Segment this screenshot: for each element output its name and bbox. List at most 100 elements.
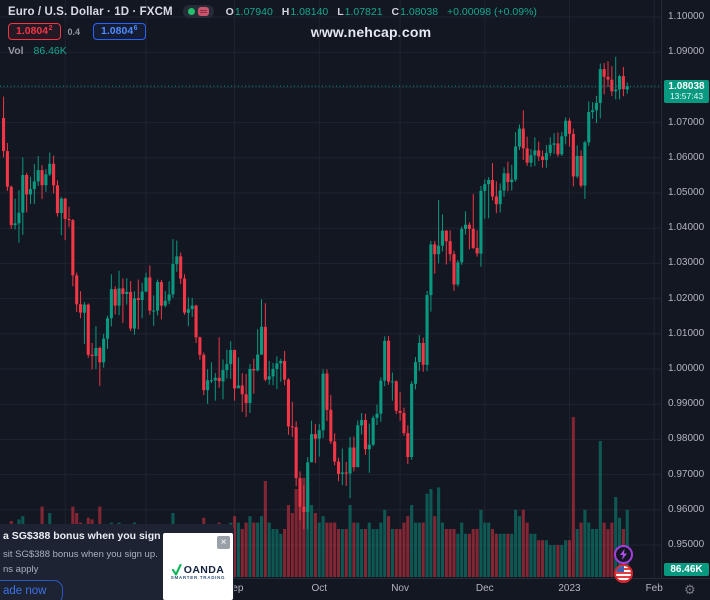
- volume-bar: [387, 516, 390, 577]
- price-tick-label: 0.95000: [668, 539, 704, 551]
- candle-body: [587, 112, 590, 142]
- candle-body: [368, 445, 371, 450]
- candle-body: [272, 369, 275, 376]
- price-tick-label: 0.99000: [668, 398, 704, 410]
- volume-bar: [456, 534, 459, 577]
- candle-body: [410, 384, 413, 457]
- chart-header: Euro / U.S. Dollar · 1D · FXCM O1.07940 …: [8, 4, 537, 57]
- candle-body: [583, 142, 586, 185]
- ad-close-button[interactable]: ×: [217, 536, 230, 549]
- volume-bar: [410, 505, 413, 577]
- volume-bar: [325, 523, 328, 577]
- volume-bar: [418, 523, 421, 577]
- volume-bar: [256, 523, 259, 577]
- ad-headline: a SG$388 bonus when you sign up.: [3, 530, 179, 542]
- candle-body: [302, 507, 305, 512]
- volume-bar: [522, 510, 525, 577]
- price-tick-label: 1.03000: [668, 257, 704, 269]
- volume-bar: [487, 523, 490, 577]
- time-tick-label: Nov: [391, 583, 409, 594]
- candle-body: [449, 241, 452, 254]
- volume-bar: [414, 523, 417, 577]
- chart-canvas[interactable]: [0, 0, 710, 600]
- volume-bar: [356, 523, 359, 577]
- candle-body: [110, 289, 113, 318]
- candle-body: [102, 339, 105, 363]
- buy-price-value: 1.0804: [101, 25, 133, 37]
- volume-axis-badge: 86.46K: [664, 563, 709, 576]
- volume-bar: [406, 516, 409, 577]
- volume-bar: [576, 529, 579, 577]
- candle-body: [349, 448, 352, 474]
- volume-label[interactable]: Vol: [8, 45, 24, 57]
- candle-body: [179, 256, 182, 278]
- candle-body: [514, 147, 517, 180]
- symbol-title[interactable]: Euro / U.S. Dollar · 1D · FXCM: [8, 6, 173, 18]
- volume-bar: [491, 529, 494, 577]
- sell-price-button[interactable]: 1.08042: [8, 23, 61, 40]
- candle-body: [218, 378, 221, 382]
- volume-bar: [499, 534, 502, 577]
- candle-body: [456, 262, 459, 284]
- candle-body: [44, 174, 47, 185]
- volume-bar: [545, 540, 548, 577]
- buy-price-button[interactable]: 1.08046: [93, 23, 146, 40]
- candle-body: [25, 175, 28, 194]
- volume-bar: [483, 523, 486, 577]
- candle-body: [387, 341, 390, 382]
- price-tick-label: 1.04000: [668, 222, 704, 234]
- candle-body: [141, 292, 144, 300]
- volume-bar: [587, 523, 590, 577]
- indicator-toggle[interactable]: [183, 5, 214, 18]
- volume-bar: [537, 540, 540, 577]
- candle-body: [233, 350, 236, 388]
- volume-bar: [360, 529, 363, 577]
- volume-bar: [341, 529, 344, 577]
- volume-bar: [529, 534, 532, 577]
- sell-price-value: 1.0804: [16, 25, 48, 37]
- ad-logo-panel: × OANDA SMARTER TRADING: [163, 533, 233, 600]
- candle-body: [518, 129, 521, 147]
- buy-price-sup: 6: [134, 25, 138, 33]
- candle-body: [60, 199, 63, 213]
- candle-body: [606, 77, 609, 80]
- candle-body: [383, 341, 386, 381]
- ohlc-o-value: 1.07940: [235, 6, 273, 18]
- candle-body: [202, 355, 205, 390]
- candle-body: [248, 369, 251, 403]
- price-axis[interactable]: 1.100001.090001.070001.060001.050001.040…: [661, 0, 710, 578]
- candle-body: [529, 155, 532, 162]
- volume-bar: [452, 529, 455, 577]
- candle-body: [283, 361, 286, 380]
- candle-body: [337, 462, 340, 474]
- last-price-badge: 1.08038 13:57:43: [664, 80, 709, 103]
- candle-body: [545, 153, 548, 160]
- ohlc-o-label: O: [226, 6, 234, 18]
- candle-body: [21, 175, 24, 213]
- us-flag-icon[interactable]: [614, 564, 633, 583]
- candle-body: [437, 246, 440, 254]
- candle-body: [429, 244, 432, 295]
- volume-bar: [391, 529, 394, 577]
- candle-body: [375, 414, 378, 418]
- ad-cta-button[interactable]: ade now: [0, 580, 63, 600]
- candle-body: [460, 229, 463, 262]
- volume-bar: [383, 510, 386, 577]
- volume-bar: [279, 534, 282, 577]
- volume-bar: [283, 529, 286, 577]
- price-tick-label: 1.09000: [668, 46, 704, 58]
- gear-icon[interactable]: ⚙: [684, 582, 696, 598]
- ad-banner[interactable]: a SG$388 bonus when you sign up. sit SG$…: [0, 524, 234, 600]
- ohlc-readout: O1.07940 H1.08140 L1.07821 C1.08038 +0.0…: [226, 6, 537, 18]
- volume-bar: [449, 529, 452, 577]
- volume-bar: [514, 510, 517, 577]
- candle-body: [499, 191, 502, 205]
- lightning-icon[interactable]: [614, 545, 633, 564]
- volume-bar: [506, 534, 509, 577]
- candle-body: [229, 350, 232, 364]
- candle-body: [452, 254, 455, 284]
- volume-bar: [402, 523, 405, 577]
- candle-body: [171, 264, 174, 294]
- candle-body: [564, 121, 567, 137]
- candle-body: [379, 381, 382, 414]
